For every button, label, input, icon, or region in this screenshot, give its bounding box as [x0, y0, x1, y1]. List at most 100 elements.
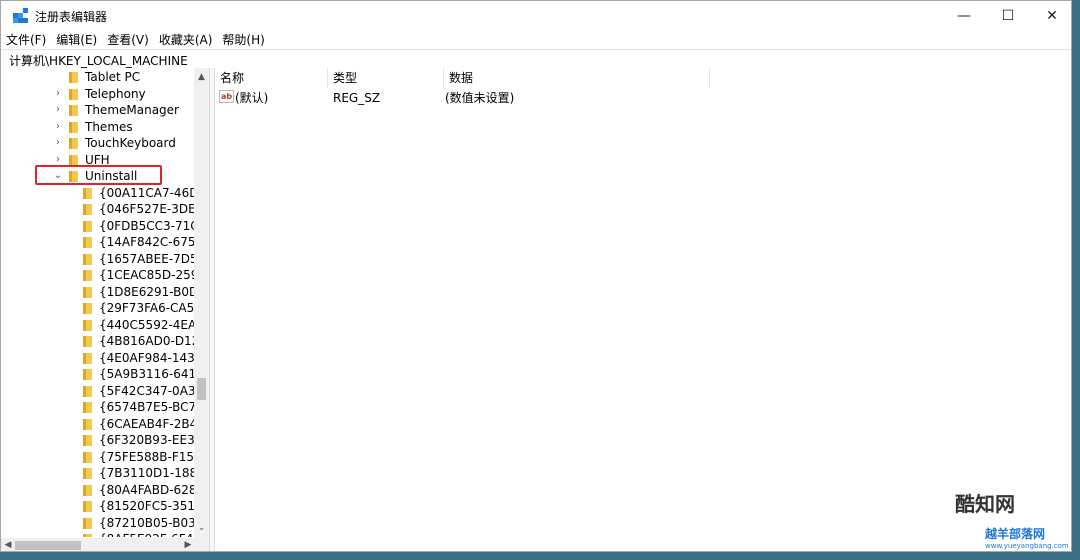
- tree-item-label: {1CEAC85D-2590: [99, 268, 206, 282]
- tree-item-label: {80A4FABD-6281: [99, 482, 205, 497]
- folder-icon: [83, 303, 92, 314]
- tree-item[interactable]: {6574B7E5-BC77-: [1, 399, 208, 415]
- folder-icon: [83, 187, 92, 199]
- tree-horizontal-scroll-thumb[interactable]: [15, 541, 81, 550]
- tree-item[interactable]: {00A11CA7-46D0: [1, 185, 206, 201]
- watermark-secondary: 越羊部落网: [985, 527, 1046, 541]
- folder-icon: [83, 352, 92, 364]
- tree-item[interactable]: › ThemeManager: [1, 102, 195, 118]
- address-path[interactable]: 计算机\HKEY_LOCAL_MACHINE: [9, 52, 188, 69]
- folder-icon: [83, 270, 92, 281]
- tree-item[interactable]: {1D8E6291-B0D5: [1, 284, 206, 300]
- folder-icon: [83, 369, 92, 380]
- tree-item[interactable]: › Themes: [1, 119, 195, 135]
- close-button[interactable]: ✕: [1029, 1, 1071, 31]
- tree-item[interactable]: {5A9B3116-6412-: [1, 366, 208, 382]
- menu-item-4[interactable]: 帮助(H): [217, 31, 269, 49]
- tree-item-label: {5A9B3116-6412-: [99, 367, 209, 381]
- tree-item-label: TouchKeyboard: [85, 136, 176, 150]
- tree-item[interactable]: {440C5592-4EA5-: [1, 317, 208, 333]
- tree-item-label: {046F527E-3DE6-: [99, 202, 208, 216]
- watermark-url: www.yueyangbang.com: [985, 542, 1069, 550]
- column-header-type[interactable]: 类型: [328, 68, 444, 88]
- value-type: REG_SZ: [333, 91, 381, 105]
- tree-item[interactable]: {046F527E-3DE6-: [1, 201, 208, 217]
- chevron-right-icon[interactable]: ›: [53, 87, 63, 101]
- folder-icon: [83, 253, 92, 265]
- chevron-right-icon[interactable]: ›: [53, 103, 63, 117]
- tree-item[interactable]: {80A4FABD-6281: [1, 482, 204, 498]
- menu-item-2[interactable]: 查看(V): [102, 31, 154, 49]
- column-header-data[interactable]: 数据: [444, 68, 710, 88]
- regedit-icon: [13, 8, 28, 23]
- value-data: (数值未设置): [445, 91, 515, 105]
- tree-item-label: Telephony: [85, 86, 146, 101]
- tree-horizontal-scrollbar[interactable]: ◀ ▶: [1, 538, 209, 551]
- scroll-up-icon[interactable]: ▲: [194, 70, 209, 84]
- registry-editor-window: 注册表编辑器 — ☐ ✕ 文件(F) 编辑(E) 查看(V) 收藏夹(A) 帮助(H) …: [0, 0, 1072, 552]
- tree-item[interactable]: {81520FC5-3518-: [1, 498, 207, 514]
- tree-item-label: {14AF842C-675E-: [99, 235, 208, 249]
- tree-item[interactable]: {5F42C347-0A33-: [1, 383, 208, 399]
- value-list[interactable]: 名称 类型 数据 ab (默认) REG_SZ (数值未设置): [215, 68, 1071, 551]
- tree-item[interactable]: {8AF5E92F-6F4C: [1, 531, 202, 537]
- minimize-button[interactable]: —: [941, 1, 987, 31]
- tree-item[interactable]: {14AF842C-675E-: [1, 234, 207, 250]
- menu-item-3[interactable]: 收藏夹(A): [154, 31, 218, 49]
- key-tree[interactable]: Tablet PC › Telephony › ThemeManager › Themes ›…: [1, 68, 209, 537]
- tree-item[interactable]: Tablet PC: [1, 69, 195, 85]
- folder-icon: [83, 451, 92, 463]
- folder-icon: [83, 286, 92, 298]
- tree-vertical-scrollbar[interactable]: ▲ ⌄: [194, 68, 209, 538]
- maximize-button[interactable]: ☐: [985, 1, 1031, 31]
- chevron-right-icon[interactable]: ›: [53, 136, 63, 150]
- tree-item-label: ThemeManager: [85, 103, 179, 117]
- folder-icon: [83, 484, 92, 496]
- tree-item-label: {87210B05-B03F-: [99, 515, 207, 530]
- tree-item-label: {29F73FA6-CA54-: [99, 301, 207, 315]
- tree-item-label: {4B816AD0-D12B: [99, 334, 208, 348]
- scroll-left-icon[interactable]: ◀: [1, 538, 15, 551]
- tree-item[interactable]: {1CEAC85D-2590: [1, 267, 206, 283]
- column-header-name[interactable]: 名称: [215, 68, 328, 88]
- scroll-right-icon[interactable]: ▶: [181, 538, 195, 551]
- tree-item-label: {00A11CA7-46D0: [99, 185, 207, 200]
- tree-item[interactable]: {4E0AF984-1437-: [1, 350, 207, 366]
- menu-bar: 文件(F) 编辑(E) 查看(V) 收藏夹(A) 帮助(H): [1, 31, 1071, 49]
- tree-item-label: {1D8E6291-B0D5: [99, 284, 206, 299]
- tree-item[interactable]: › TouchKeyboard: [1, 135, 195, 151]
- tree-item-label: {440C5592-4EA5-: [99, 317, 209, 332]
- tree-item[interactable]: {4B816AD0-D12B: [1, 333, 208, 349]
- chevron-right-icon[interactable]: ›: [53, 120, 63, 134]
- tree-item[interactable]: › Telephony: [1, 86, 195, 102]
- address-bar[interactable]: 计算机\HKEY_LOCAL_MACHINE: [1, 49, 1071, 69]
- menu-item-1[interactable]: 编辑(E): [51, 31, 102, 49]
- tree-item[interactable]: {1657ABEE-7D56-: [1, 251, 209, 267]
- tree-item[interactable]: {0FDB5CC3-71C0: [1, 218, 206, 234]
- scroll-down-icon[interactable]: ⌄: [194, 521, 209, 535]
- tree-vertical-scroll-thumb[interactable]: [197, 378, 206, 400]
- tree-item[interactable]: {87210B05-B03F-: [1, 515, 207, 531]
- tree-item-label: {75FE588B-F158-: [99, 449, 206, 464]
- folder-icon: [69, 88, 78, 100]
- tree-item[interactable]: {7B3110D1-1884-: [1, 465, 209, 481]
- tree-item-label: Tablet PC: [85, 70, 141, 84]
- tree-item[interactable]: {75FE588B-F158-: [1, 449, 206, 465]
- folder-icon: [83, 402, 92, 413]
- folder-icon: [83, 418, 92, 430]
- value-name[interactable]: (默认): [235, 90, 268, 106]
- tree-item[interactable]: {29F73FA6-CA54-: [1, 300, 206, 316]
- tree-item-label: Themes: [85, 119, 133, 134]
- tree-item[interactable]: {6CAEAB4F-2B43: [1, 416, 205, 432]
- folder-icon: [83, 319, 92, 331]
- tree-item-label: {7B3110D1-1884-: [99, 466, 209, 480]
- menu-item-0[interactable]: 文件(F): [1, 31, 51, 49]
- title-bar[interactable]: 注册表编辑器 — ☐ ✕: [1, 1, 1071, 31]
- folder-icon: [83, 435, 92, 446]
- folder-icon: [83, 237, 92, 248]
- tree-item-label: {4E0AF984-1437-: [99, 350, 207, 365]
- folder-icon: [83, 220, 92, 232]
- folder-icon: [83, 468, 92, 479]
- tree-item[interactable]: {6F320B93-EE3C-: [1, 432, 207, 448]
- folder-icon: [83, 336, 92, 347]
